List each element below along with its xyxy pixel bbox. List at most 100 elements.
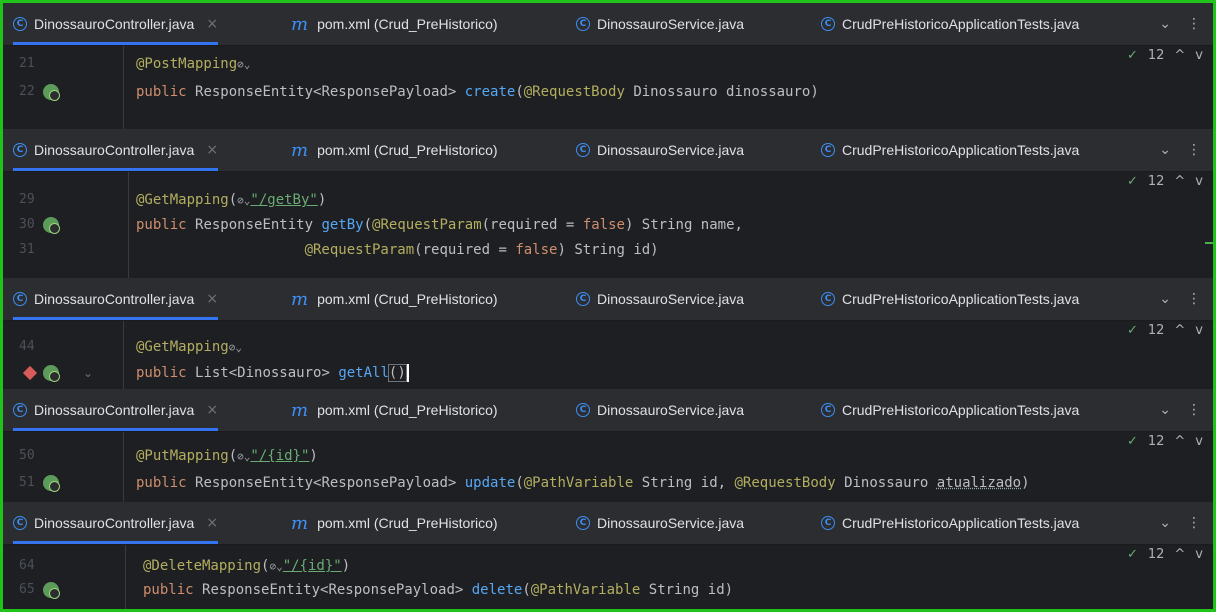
tab-label: DinossauroController.java [34,291,195,307]
tab-crudprehistoricoapplicationtests-java[interactable]: C CrudPreHistoricoApplicationTests.java [821,502,1079,544]
inspection-widget[interactable]: ✓ 12 ^ v [1127,547,1203,562]
code-line: 44 @GetMapping⊘⌄ [3,335,1213,359]
tab-dinossauroservice-java[interactable]: C DinossauroService.java [576,3,744,45]
chevron-down-icon[interactable]: ⌄ [1159,402,1171,418]
tab-dinossauroservice-java[interactable]: C DinossauroService.java [576,389,744,431]
code-area[interactable]: 29 @GetMapping(⊘⌄"/getBy") 30 public Respon… [3,172,1213,278]
code-token: getBy [321,217,364,233]
tab-dinossaurocontroller-java[interactable]: C DinossauroController.java × [13,502,218,544]
chevron-down-icon[interactable]: v [1195,174,1203,189]
class-icon: C [821,17,835,31]
tab-dinossaurocontroller-java[interactable]: C DinossauroController.java × [13,3,218,45]
chevron-down-icon[interactable]: v [1195,323,1203,338]
code-text: @RequestParam(required = false) String i… [136,238,659,262]
chevron-up-icon[interactable]: ^ [1174,323,1185,338]
close-icon[interactable]: × [206,402,218,418]
chevron-down-icon[interactable]: ⌄ [1159,142,1171,158]
spring-endpoint-icon[interactable] [43,217,60,234]
code-token: ResponseEntity [195,217,322,233]
more-options-icon[interactable]: ⋮ [1187,142,1201,158]
chevron-down-icon[interactable]: ⌄ [1159,515,1171,531]
code-token: @RequestParam [304,242,415,258]
inspection-widget[interactable]: ✓ 12 ^ v [1127,174,1203,189]
code-token: false [515,242,558,258]
chevron-down-icon[interactable]: ⌄ [1159,16,1171,32]
inspection-widget[interactable]: ✓ 12 ^ v [1127,434,1203,449]
tab-pom-xml-crud-prehistorico[interactable]: m pom.xml (Crud_PreHistorico) [291,278,498,320]
code-token: ( [515,84,524,100]
code-text: @DeleteMapping(⊘⌄"/{id}") [143,554,350,579]
more-options-icon[interactable]: ⋮ [1187,402,1201,418]
class-icon: C [576,292,590,306]
tab-pom-xml-crud-prehistorico[interactable]: m pom.xml (Crud_PreHistorico) [291,129,498,171]
inspection-count: 12 [1147,547,1165,562]
line-number: 50 [19,448,35,463]
fold-chevron-icon[interactable]: ⌄ [83,361,93,385]
inspection-widget[interactable]: ✓ 12 ^ v [1127,323,1203,338]
maven-icon: m [291,288,309,310]
chevron-down-icon[interactable]: v [1195,547,1203,562]
tab-label: CrudPreHistoricoApplicationTests.java [842,16,1080,32]
tab-dinossauroservice-java[interactable]: C DinossauroService.java [576,129,744,171]
code-token: @PutMapping [136,448,229,464]
spring-endpoint-icon[interactable] [43,365,60,382]
class-icon: C [13,403,27,417]
tab-crudprehistoricoapplicationtests-java[interactable]: C CrudPreHistoricoApplicationTests.java [821,389,1079,431]
tab-dinossaurocontroller-java[interactable]: C DinossauroController.java × [13,278,218,320]
chevron-down-icon[interactable]: v [1195,434,1203,449]
breakpoint-icon[interactable] [22,365,38,381]
code-area[interactable]: 64 @DeleteMapping(⊘⌄"/{id}") 65 public Resp… [3,545,1213,609]
code-token: public [136,84,196,100]
tab-label: pom.xml (Crud_PreHistorico) [317,515,498,531]
code-token: @GetMapping [136,192,229,208]
chevron-up-icon[interactable]: ^ [1174,174,1185,189]
spring-endpoint-icon[interactable] [43,84,60,101]
inspection-widget[interactable]: ✓ 12 ^ v [1127,48,1203,63]
class-icon: C [821,143,835,157]
close-icon[interactable]: × [206,515,218,531]
code-token: false [582,217,625,233]
class-icon: C [821,403,835,417]
code-line: 31 @RequestParam(required = false) Strin… [3,238,1213,262]
code-token: ) [309,448,318,464]
code-token: ( [228,192,238,208]
code-area[interactable]: 50 @PutMapping(⊘⌄"/{id}") 51 public Respons… [3,432,1213,502]
more-options-icon[interactable]: ⋮ [1187,291,1201,307]
chevron-up-icon[interactable]: ^ [1174,434,1185,449]
code-area[interactable]: 21 @PostMapping⊘⌄ 22 public ResponseEntity<… [3,46,1213,129]
code-token: @PathVariable [523,475,642,491]
close-icon[interactable]: × [206,291,218,307]
tab-dinossaurocontroller-java[interactable]: C DinossauroController.java × [13,389,218,431]
class-icon: C [576,143,590,157]
tab-bar-actions: ⌄ ⋮ [1159,389,1201,431]
tab-crudprehistoricoapplicationtests-java[interactable]: C CrudPreHistoricoApplicationTests.java [821,129,1079,171]
code-token: "/{id}" [250,448,310,464]
tab-label: DinossauroController.java [34,402,195,418]
code-area[interactable]: 44 @GetMapping⊘⌄ ⌄ public List<Dinossauro> … [3,321,1213,389]
more-options-icon[interactable]: ⋮ [1187,16,1201,32]
close-icon[interactable]: × [206,16,218,32]
tab-pom-xml-crud-prehistorico[interactable]: m pom.xml (Crud_PreHistorico) [291,389,498,431]
spring-endpoint-icon[interactable] [43,582,60,599]
tab-crudprehistoricoapplicationtests-java[interactable]: C CrudPreHistoricoApplicationTests.java [821,278,1079,320]
chevron-down-icon[interactable]: ⌄ [1159,291,1171,307]
code-token: delete [471,582,523,598]
tab-bar: C DinossauroController.java × m pom.xml (Cru… [3,278,1213,321]
tab-bar-actions: ⌄ ⋮ [1159,278,1201,320]
tab-dinossauroservice-java[interactable]: C DinossauroService.java [576,278,744,320]
tab-dinossaurocontroller-java[interactable]: C DinossauroController.java × [13,129,218,171]
tab-pom-xml-crud-prehistorico[interactable]: m pom.xml (Crud_PreHistorico) [291,3,498,45]
tab-dinossauroservice-java[interactable]: C DinossauroService.java [576,502,744,544]
close-icon[interactable]: × [206,142,218,158]
tab-crudprehistoricoapplicationtests-java[interactable]: C CrudPreHistoricoApplicationTests.java [821,3,1079,45]
spring-endpoint-icon[interactable] [43,475,60,492]
more-options-icon[interactable]: ⋮ [1187,515,1201,531]
code-line: 21 @PostMapping⊘⌄ [3,52,1213,76]
tab-pom-xml-crud-prehistorico[interactable]: m pom.xml (Crud_PreHistorico) [291,502,498,544]
code-token: atualizado [936,475,1022,491]
chevron-up-icon[interactable]: ^ [1174,48,1185,63]
code-token: @PathVariable [530,582,649,598]
tab-label: DinossauroController.java [34,515,195,531]
chevron-down-icon[interactable]: v [1195,48,1203,63]
chevron-up-icon[interactable]: ^ [1174,547,1185,562]
